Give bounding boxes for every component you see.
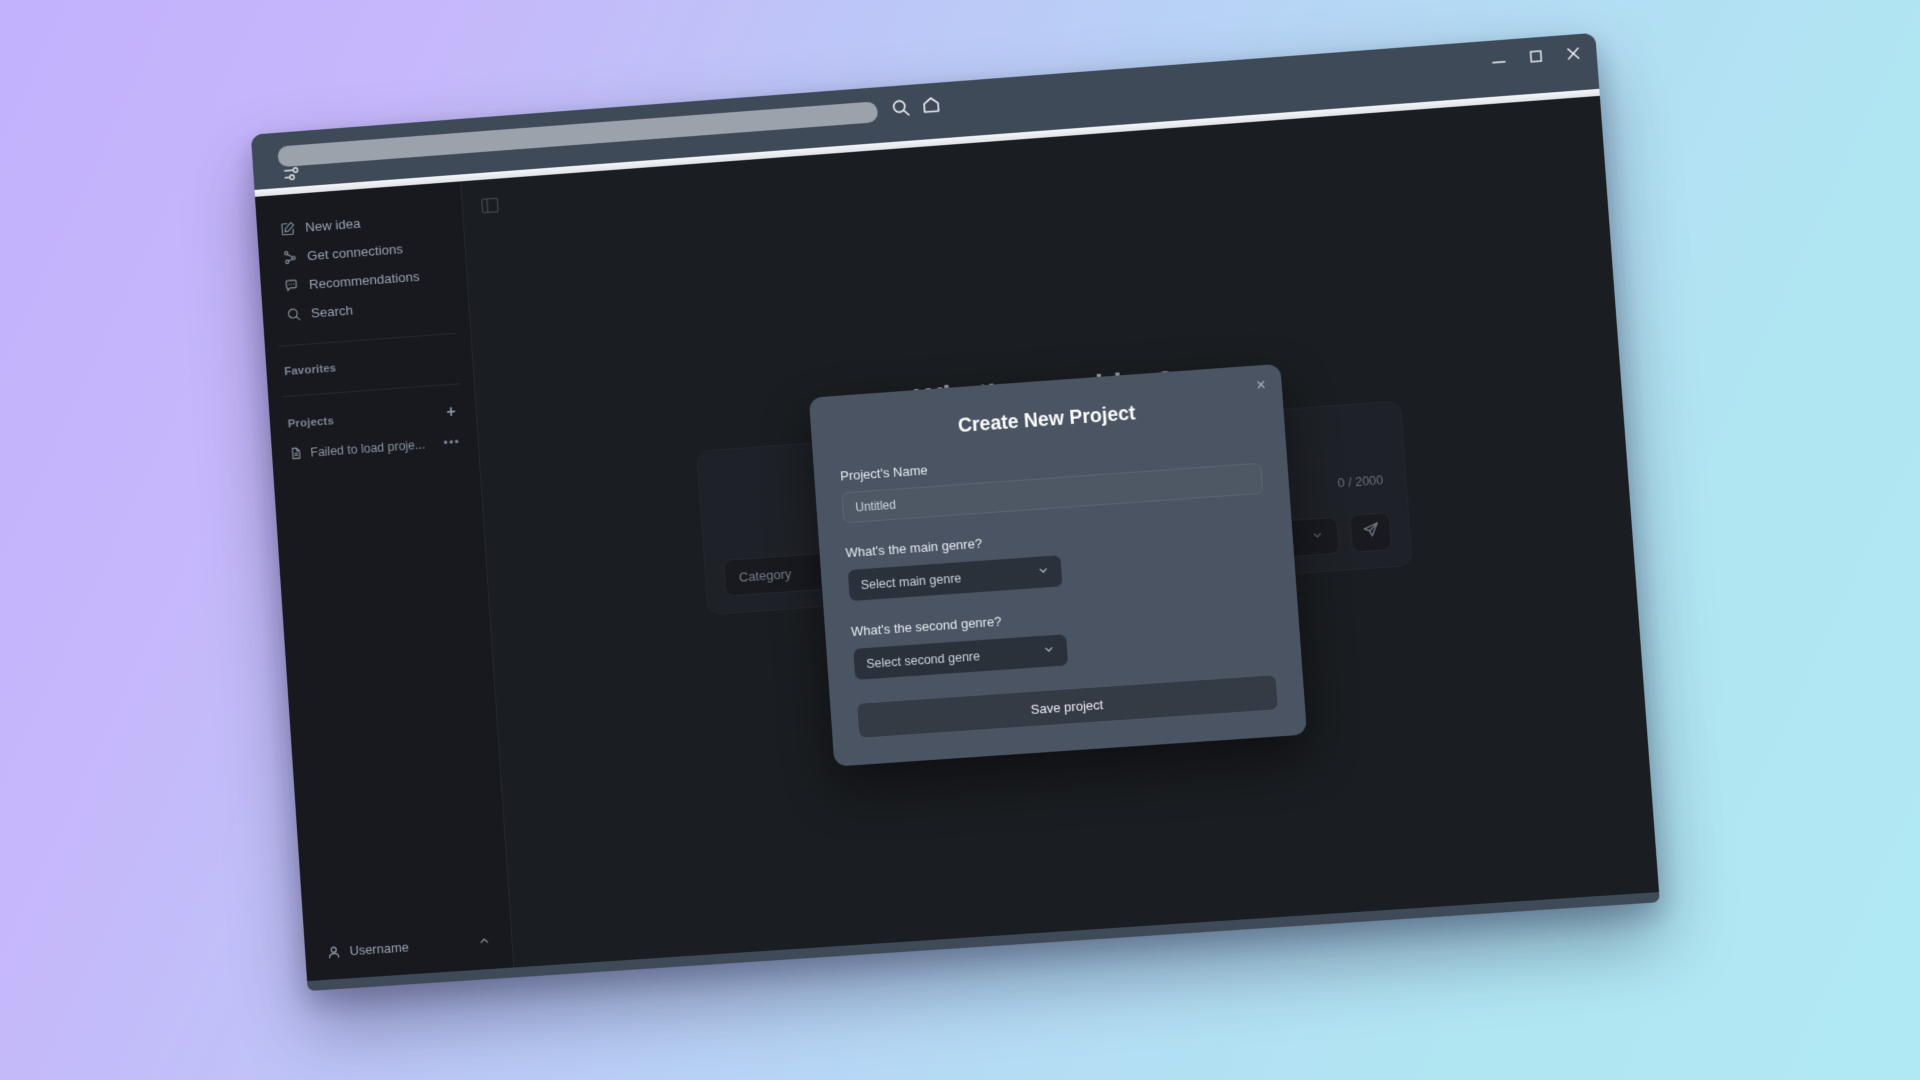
save-project-button[interactable]: Save project xyxy=(856,674,1279,739)
search-icon[interactable] xyxy=(891,98,911,118)
main-genre-field-block: What's the main genre? Select main genre xyxy=(845,516,1269,603)
sidebar-item-label: Get connections xyxy=(306,241,404,264)
network-icon xyxy=(282,249,298,265)
pencil-square-icon xyxy=(280,221,296,237)
chevron-down-icon xyxy=(1042,643,1055,659)
maximize-button[interactable] xyxy=(1526,47,1545,66)
sidebar-item-label: New idea xyxy=(304,215,361,235)
second-genre-value: Select second genre xyxy=(865,648,981,671)
chevron-up-icon[interactable] xyxy=(478,934,490,950)
sidebar-divider-2 xyxy=(281,383,460,398)
sidebar-divider xyxy=(278,332,457,347)
create-project-modal: × Create New Project Project's Name Unti… xyxy=(808,363,1308,767)
sidebar-section-favorites: Favorites xyxy=(266,353,472,380)
minimize-button[interactable] xyxy=(1489,50,1508,69)
second-genre-dropdown[interactable]: Select second genre xyxy=(852,633,1070,681)
second-genre-label: What's the second genre? xyxy=(850,613,1002,640)
window-controls xyxy=(1489,44,1583,69)
home-icon[interactable] xyxy=(921,94,942,115)
message-dots-icon xyxy=(284,278,300,294)
main-genre-label: What's the main genre? xyxy=(845,535,983,561)
project-item-label: Failed to load proje... xyxy=(309,437,426,460)
second-genre-field-block: What's the second genre? Select second g… xyxy=(851,595,1275,681)
username-label: Username xyxy=(349,939,410,959)
add-project-button[interactable]: + xyxy=(444,403,458,421)
app-window: New idea Get connections Recommendations… xyxy=(250,32,1660,992)
main-genre-dropdown[interactable]: Select main genre xyxy=(846,554,1064,603)
close-icon[interactable]: × xyxy=(1256,377,1267,395)
close-button[interactable] xyxy=(1564,44,1584,63)
projects-label: Projects xyxy=(287,415,335,431)
app-body: New idea Get connections Recommendations… xyxy=(254,95,1660,982)
search-icon xyxy=(286,306,302,322)
modal-title: Create New Project xyxy=(957,402,1137,438)
favorites-label: Favorites xyxy=(283,362,337,379)
user-icon xyxy=(326,944,341,959)
sidebar-item-label: Recommendations xyxy=(308,268,421,292)
sidebar-item-label: Search xyxy=(310,302,354,321)
document-icon xyxy=(289,446,303,460)
sliders-icon[interactable] xyxy=(280,164,303,185)
main-genre-value: Select main genre xyxy=(860,570,962,592)
chevron-down-icon xyxy=(1037,564,1050,580)
main-content: What's your idea? 0 / 2000 Category xyxy=(461,95,1660,968)
project-more-button[interactable]: ••• xyxy=(443,434,460,450)
project-name-field-block: Project's Name Untitled xyxy=(840,439,1264,524)
app-window-wrapper: New idea Get connections Recommendations… xyxy=(250,32,1660,992)
